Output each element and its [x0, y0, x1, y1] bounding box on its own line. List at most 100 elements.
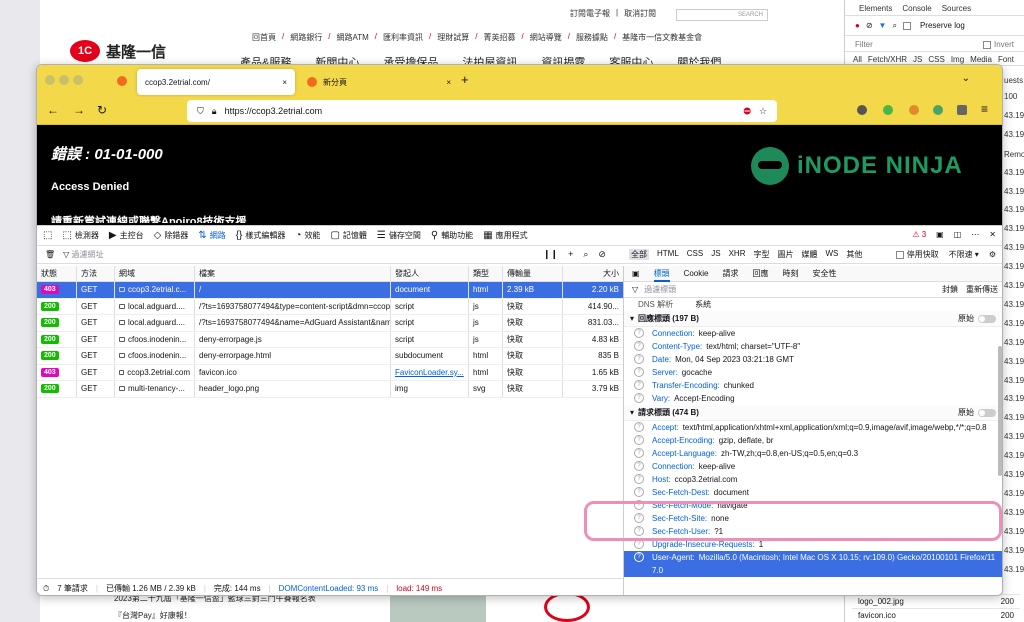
- help-icon[interactable]: ?: [634, 328, 644, 338]
- type-filter-9[interactable]: 其他: [846, 249, 862, 260]
- shield-icon[interactable]: ⛉: [197, 106, 204, 117]
- type-filter-4[interactable]: XHR: [729, 249, 746, 260]
- column-header[interactable]: 大小: [563, 266, 623, 281]
- close-tab-icon[interactable]: ×: [282, 78, 287, 87]
- pocket-icon[interactable]: [857, 105, 867, 115]
- header-row[interactable]: ? Date: Mon, 04 Sep 2023 03:21:18 GMT: [624, 353, 1002, 366]
- header-row[interactable]: ? Content-Type: text/html; charset="UTF-8": [624, 340, 1002, 353]
- bg-link[interactable]: 匯利率資訊: [383, 32, 423, 43]
- help-icon[interactable]: ?: [634, 422, 644, 432]
- url-bar[interactable]: ⛉ 🔒︎ https://ccop3.2etrial.com ⛔︎ ☆: [187, 100, 777, 122]
- header-row[interactable]: ? Accept-Language: zh-TW,zh;q=0.8,en-US;q=…: [624, 447, 1002, 460]
- header-row[interactable]: ? Accept: text/html,application/xhtml+xml,…: [624, 421, 1002, 434]
- close-tab-icon[interactable]: ×: [446, 78, 451, 87]
- tab-new[interactable]: 新分頁 ×: [299, 69, 459, 95]
- detail-tab[interactable]: 時刻: [782, 268, 798, 279]
- lock-icon[interactable]: 🔒︎: [212, 106, 217, 117]
- header-row[interactable]: ? Connection: keep-alive: [624, 327, 1002, 340]
- devtools-tab-style-editor[interactable]: {} 樣式編輯器: [236, 230, 286, 241]
- disable-cache-checkbox[interactable]: [895, 250, 904, 259]
- bg-link[interactable]: 回首頁: [252, 32, 276, 43]
- header-row[interactable]: ? Sec-Fetch-Dest: document: [624, 486, 1002, 499]
- error-count-badge[interactable]: ⚠ 3: [912, 230, 926, 239]
- new-tab-button[interactable]: +: [461, 72, 469, 87]
- reload-icon[interactable]: ↻: [97, 103, 107, 117]
- bg-link[interactable]: 網路銀行: [290, 32, 322, 43]
- help-icon[interactable]: ?: [634, 341, 644, 351]
- type-filter-2[interactable]: CSS: [687, 249, 703, 260]
- header-row[interactable]: ? Transfer-Encoding: chunked: [624, 379, 1002, 392]
- rdev-filter[interactable]: Filter Invert: [845, 36, 1024, 52]
- column-header[interactable]: 狀態: [37, 266, 77, 281]
- dock-icon[interactable]: ◫: [954, 230, 962, 239]
- rdev-type-filter[interactable]: Media: [970, 55, 992, 64]
- column-header[interactable]: 檔案: [195, 266, 391, 281]
- rdev-tab-console[interactable]: Console: [902, 4, 931, 13]
- help-icon[interactable]: ?: [634, 552, 644, 562]
- devtools-tab-application[interactable]: ▦ 應用程式: [483, 230, 527, 241]
- subscribe-link[interactable]: 訂閱電子報: [570, 8, 610, 19]
- request-headers-section[interactable]: ▾ 請求標頭 (474 B) 原始: [624, 405, 1002, 421]
- bg-search-input[interactable]: SEARCH: [676, 9, 768, 21]
- table-row[interactable]: 200 GET multi-tenancy-... header_logo.png im…: [37, 381, 623, 398]
- bg-link[interactable]: 理財試算: [437, 32, 469, 43]
- header-row[interactable]: ? User-Agent: Mozilla/5.0 (Macintosh; Inte…: [624, 551, 1002, 577]
- table-row[interactable]: 403 GET ccop3.2etrial.com favicon.ico Favico…: [37, 364, 623, 381]
- header-row[interactable]: ? Connection: keep-alive: [624, 460, 1002, 473]
- raw-toggle[interactable]: [978, 408, 996, 417]
- column-header[interactable]: 類型: [469, 266, 503, 281]
- menu-icon[interactable]: ≡: [981, 102, 988, 116]
- resend-button[interactable]: 重新傳送: [966, 284, 998, 295]
- rdev-request-row[interactable]: logo_002.jpg 200: [852, 594, 1020, 608]
- tab-list-chevron-icon[interactable]: ⌄: [962, 73, 970, 84]
- devtools-tab-accessibility[interactable]: ⚲ 輔助功能: [431, 230, 473, 241]
- header-row[interactable]: ? Vary: Accept-Encoding: [624, 392, 1002, 405]
- rdev-type-filter[interactable]: All: [853, 55, 862, 64]
- pick-element-icon[interactable]: ⬚: [43, 230, 52, 241]
- header-row[interactable]: ? Accept-Encoding: gzip, deflate, br: [624, 434, 1002, 447]
- detail-tab[interactable]: 安全性: [812, 268, 836, 279]
- help-icon[interactable]: ?: [634, 354, 644, 364]
- rdev-tab-sources[interactable]: Sources: [942, 4, 971, 13]
- help-icon[interactable]: ?: [634, 474, 644, 484]
- detail-tab[interactable]: Cookie: [684, 269, 709, 278]
- preserve-log-checkbox[interactable]: [902, 21, 911, 30]
- type-filter-6[interactable]: 圖片: [777, 249, 793, 260]
- adguard-icon[interactable]: [883, 105, 893, 115]
- help-icon[interactable]: ?: [634, 393, 644, 403]
- table-row[interactable]: 200 GET local.adguard.... /?ts=169375807749…: [37, 298, 623, 315]
- throttle-select[interactable]: 不限速 ▾: [949, 249, 979, 260]
- bg-link[interactable]: 基隆市一信文教基金會: [622, 32, 702, 43]
- block-icon[interactable]: ⊘: [598, 249, 606, 260]
- help-icon[interactable]: ?: [634, 380, 644, 390]
- devtools-tab-console[interactable]: ▶ 主控台: [109, 230, 144, 241]
- close-icon[interactable]: ✕: [989, 230, 996, 239]
- rdev-type-filter[interactable]: Fetch/XHR: [868, 55, 907, 64]
- table-row[interactable]: 200 GET cfoos.inodenin... deny-errorpage.ht…: [37, 348, 623, 365]
- block-button[interactable]: 封鎖: [942, 284, 958, 295]
- help-icon[interactable]: ?: [634, 435, 644, 445]
- type-filter-3[interactable]: JS: [711, 249, 720, 260]
- column-header[interactable]: 方法: [77, 266, 115, 281]
- bank-logo[interactable]: 1C 基隆一信: [70, 40, 166, 62]
- search-icon[interactable]: ⌕: [892, 21, 896, 31]
- rdev-type-filter[interactable]: Font: [998, 55, 1014, 64]
- help-icon[interactable]: ?: [634, 461, 644, 471]
- panel-icon[interactable]: ▣: [632, 269, 640, 278]
- search-icon[interactable]: ⌕: [583, 249, 588, 260]
- detail-tab[interactable]: 請求: [722, 268, 738, 279]
- initiator-text[interactable]: FaviconLoader.sy...: [395, 368, 464, 377]
- column-header[interactable]: 發起人: [391, 266, 469, 281]
- help-icon[interactable]: ?: [634, 487, 644, 497]
- devtools-tab-performance[interactable]: ◔ 效能: [295, 230, 320, 241]
- pause-icon[interactable]: ❙❙: [543, 249, 558, 260]
- rdev-type-filter[interactable]: CSS: [928, 55, 944, 64]
- record-icon[interactable]: ●: [855, 21, 860, 30]
- forward-icon[interactable]: →: [73, 103, 85, 117]
- disable-cache-toggle[interactable]: 停用快取: [895, 249, 939, 260]
- rdev-type-filter[interactable]: Img: [951, 55, 964, 64]
- help-icon[interactable]: ?: [634, 448, 644, 458]
- header-row[interactable]: ? Host: ccop3.2etrial.com: [624, 473, 1002, 486]
- bg-link[interactable]: 網路ATM: [336, 32, 368, 43]
- bg-link[interactable]: 服務據點: [576, 32, 608, 43]
